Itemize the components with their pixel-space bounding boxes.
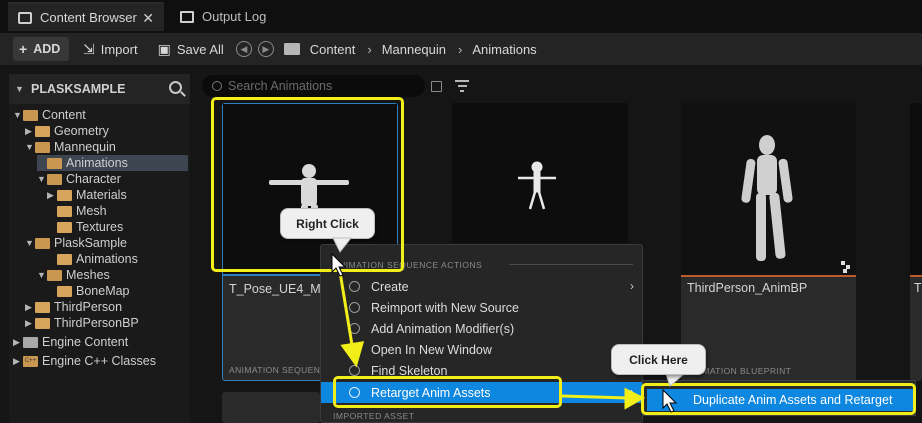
callout-click-here: Click Here xyxy=(611,344,706,375)
mouse-cursor-icon xyxy=(662,389,678,413)
mouse-cursor-icon xyxy=(331,253,347,277)
callout-label: Click Here xyxy=(629,352,688,367)
callout-tails xyxy=(332,237,686,387)
